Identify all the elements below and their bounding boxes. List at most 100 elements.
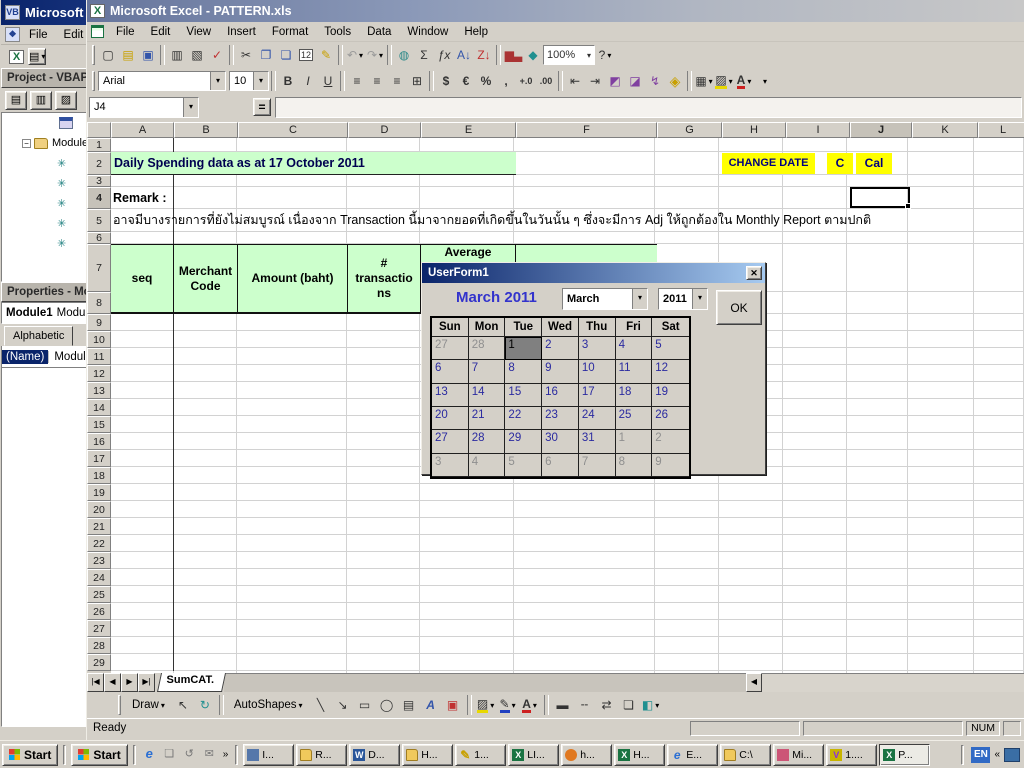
format-icon[interactable]: ▨ — [714, 71, 734, 91]
calendar-day[interactable]: 28 — [469, 430, 506, 453]
toolbar-handle[interactable] — [92, 45, 95, 65]
tray-chevron[interactable]: « — [992, 749, 1002, 760]
calendar-day[interactable]: 8 — [505, 360, 542, 383]
format-icon[interactable]: , — [496, 71, 516, 91]
row-header[interactable]: 6 — [87, 232, 111, 244]
edit-formula-button[interactable]: = — [253, 98, 271, 116]
menu-item[interactable]: Edit — [143, 24, 179, 40]
drawing-icon[interactable]: A — [421, 695, 441, 715]
view-code-icon[interactable]: ▤ — [5, 91, 27, 110]
close-icon[interactable]: ✕ — [746, 266, 762, 280]
toolbar-handle[interactable] — [92, 71, 95, 91]
calendar-day[interactable]: 1 — [616, 430, 653, 453]
sheet-nav-button[interactable]: |◀ — [87, 673, 104, 692]
column-header[interactable]: E — [421, 122, 516, 138]
calendar-day[interactable]: 6 — [432, 360, 469, 383]
menu-item[interactable]: File — [108, 24, 143, 40]
calendar-day[interactable]: 30 — [542, 430, 579, 453]
table-header-cell[interactable]: # transactio ns — [348, 245, 421, 312]
row-header[interactable]: 5 — [87, 209, 111, 232]
format-icon[interactable]: ◈ — [665, 71, 685, 91]
toolbar-icon[interactable] — [338, 45, 343, 65]
column-header[interactable]: F — [516, 122, 657, 138]
task-button[interactable]: 1... — [455, 744, 506, 766]
toolbar-handle[interactable] — [118, 695, 121, 715]
table-header-cell[interactable]: Merchant Code — [174, 245, 238, 312]
row-header[interactable]: 20 — [87, 501, 111, 518]
start-button-2[interactable]: Start — [71, 744, 127, 766]
toolbar-icon[interactable] — [496, 45, 501, 65]
format-icon[interactable]: ◩ — [605, 71, 625, 91]
column-header[interactable]: G — [657, 122, 722, 138]
drawing-icon[interactable]: ▬ — [553, 695, 573, 715]
sheet-nav-button[interactable]: ▶| — [138, 673, 155, 692]
toolbar-icon[interactable]: ▢ — [98, 45, 118, 65]
toolbar-icon[interactable]: ▥ — [167, 45, 187, 65]
toolbar-icon[interactable]: ✂ — [236, 45, 256, 65]
calendar-day[interactable]: 4 — [616, 337, 653, 360]
autoshapes-menu-button[interactable]: AutoShapes — [228, 697, 309, 713]
format-icon[interactable]: A — [734, 71, 754, 91]
row-header[interactable]: 28 — [87, 637, 111, 654]
c-button[interactable]: C — [827, 153, 853, 174]
format-icon[interactable]: ≡ — [387, 71, 407, 91]
toolbar-icon[interactable]: ✓ — [207, 45, 227, 65]
format-icon[interactable]: % — [476, 71, 496, 91]
format-icon[interactable]: ⇥ — [585, 71, 605, 91]
row-header[interactable]: 18 — [87, 467, 111, 484]
name-box[interactable]: J4▾ — [89, 97, 199, 118]
calendar-day[interactable]: 7 — [579, 454, 616, 477]
drawing-icon[interactable]: ↻ — [195, 695, 215, 715]
format-icon[interactable]: $ — [436, 71, 456, 91]
calendar-day[interactable]: 2 — [652, 430, 689, 453]
userform-title-bar[interactable]: UserForm1 ✕ — [422, 263, 765, 283]
format-icon[interactable]: .00 — [536, 71, 556, 91]
row-header[interactable]: 11 — [87, 348, 111, 365]
calendar-day[interactable]: 10 — [579, 360, 616, 383]
row-header[interactable]: 22 — [87, 535, 111, 552]
drawing-icon[interactable]: ✎ — [498, 695, 518, 715]
calendar-day[interactable]: 8 — [616, 454, 653, 477]
drawing-icon[interactable]: ▭ — [355, 695, 375, 715]
menu-item[interactable]: Tools — [316, 24, 359, 40]
drawing-icon[interactable]: ◯ — [377, 695, 397, 715]
calendar-day[interactable]: 20 — [432, 407, 469, 430]
toolbar-icon[interactable]: ↷ — [365, 45, 385, 65]
column-header[interactable]: I — [786, 122, 850, 138]
sheet-nav-button[interactable]: ◀ — [104, 673, 121, 692]
calendar-day[interactable]: 9 — [542, 360, 579, 383]
cal-button[interactable]: Cal — [856, 153, 892, 174]
task-button[interactable]: H... — [402, 744, 453, 766]
quick-launch-icon[interactable]: ↺ — [181, 746, 198, 763]
drawing-icon[interactable]: ↖ — [173, 695, 193, 715]
quick-launch-overflow-chevron[interactable]: » — [221, 749, 231, 760]
format-icon[interactable]: ≡ — [367, 71, 387, 91]
task-button[interactable]: H... — [614, 744, 665, 766]
row-header[interactable]: 7 — [87, 244, 111, 292]
cell-report-title[interactable]: Daily Spending data as at 17 October 201… — [111, 152, 516, 175]
table-header-cell[interactable]: Amount (baht) — [238, 245, 348, 312]
calendar-day[interactable]: 22 — [505, 407, 542, 430]
toolbar-icon[interactable]: ▣ — [138, 45, 158, 65]
year-select[interactable]: 2011▾ — [658, 288, 708, 310]
task-button[interactable]: R... — [296, 744, 347, 766]
calendar-day[interactable]: 7 — [469, 360, 506, 383]
row-header[interactable]: 8 — [87, 292, 111, 314]
hscroll-track[interactable] — [762, 673, 1024, 692]
row-header[interactable]: 17 — [87, 450, 111, 467]
format-icon[interactable] — [687, 71, 692, 91]
hscroll-left-arrow[interactable]: ◀ — [746, 673, 762, 692]
task-button[interactable]: D... — [349, 744, 400, 766]
row-header[interactable]: 12 — [87, 365, 111, 382]
drawing-icon[interactable]: ◧ — [641, 695, 661, 715]
drawing-icon[interactable] — [467, 695, 472, 715]
tab-alphabetic[interactable]: Alphabetic — [4, 326, 73, 346]
drawing-icon[interactable]: ❏ — [619, 695, 639, 715]
calendar-day[interactable]: 2 — [542, 337, 579, 360]
drawing-icon[interactable]: ╲ — [311, 695, 331, 715]
toolbar-icon[interactable]: ◆ — [523, 45, 543, 65]
help-icon[interactable]: ? — [595, 45, 615, 65]
tray-network-icon[interactable] — [1004, 748, 1020, 762]
calendar-day[interactable]: 3 — [432, 454, 469, 477]
column-header[interactable]: J — [850, 122, 912, 138]
